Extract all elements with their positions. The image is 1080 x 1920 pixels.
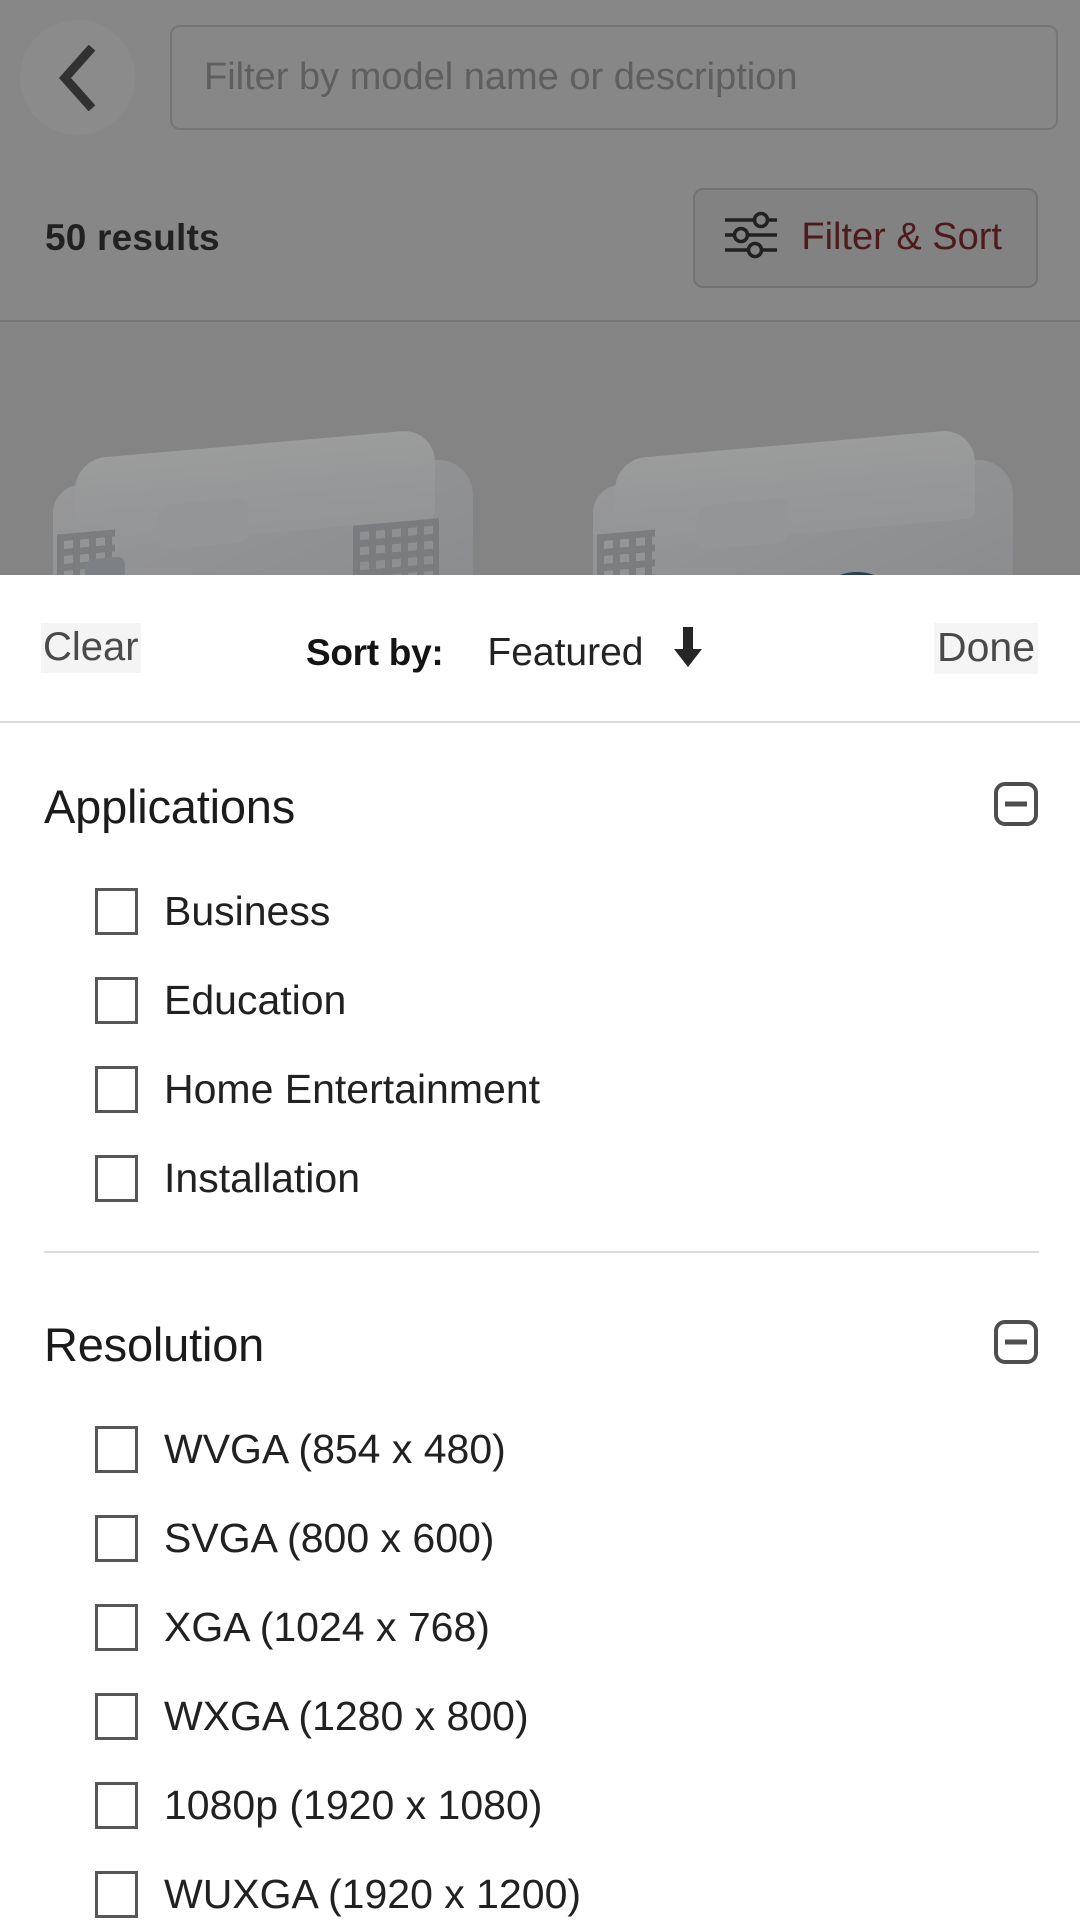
checkbox[interactable] xyxy=(95,1066,138,1113)
filter-option-label: WVGA (854 x 480) xyxy=(164,1426,506,1472)
filter-option-label: Home Entertainment xyxy=(164,1066,541,1112)
done-button[interactable]: Done xyxy=(933,622,1038,674)
filter-option-row[interactable]: WVGA (854 x 480) xyxy=(95,1405,1080,1494)
checkbox[interactable] xyxy=(95,1693,138,1740)
filter-option-row[interactable]: Installation xyxy=(95,1134,1080,1223)
filter-option-label: SVGA (800 x 600) xyxy=(164,1515,495,1561)
screen-root: 50 results Filter & Sort xyxy=(0,0,1080,1920)
facet-options: WVGA (854 x 480) SVGA (800 x 600) XGA (1… xyxy=(0,1405,1080,1920)
minus-square-icon[interactable] xyxy=(993,1319,1039,1370)
facet-header[interactable]: Applications xyxy=(0,745,1080,867)
sort-by-group[interactable]: Sort by: Featured xyxy=(306,621,708,675)
arrow-down-icon[interactable] xyxy=(668,625,708,674)
filter-option-label: XGA (1024 x 768) xyxy=(164,1604,490,1650)
sheet-toolbar: Clear Sort by: Featured Done xyxy=(0,575,1080,723)
facet-list: Applications Business Education Home Ent… xyxy=(0,723,1080,1920)
filter-option-label: Installation xyxy=(164,1155,361,1201)
filter-option-label: WXGA (1280 x 800) xyxy=(164,1693,529,1739)
filter-option-row[interactable]: Education xyxy=(95,956,1080,1045)
sort-by-value[interactable]: Featured xyxy=(487,631,643,675)
facet-resolution: Resolution WVGA (854 x 480) SVGA (800 x … xyxy=(0,1283,1080,1920)
checkbox[interactable] xyxy=(95,1604,138,1651)
filter-option-label: 1080p (1920 x 1080) xyxy=(164,1782,543,1828)
filter-option-row[interactable]: Business xyxy=(95,867,1080,956)
checkbox[interactable] xyxy=(95,1782,138,1829)
facet-title: Applications xyxy=(44,779,296,833)
filter-option-label: Business xyxy=(164,888,331,934)
checkbox[interactable] xyxy=(95,888,138,935)
filter-option-row[interactable]: WXGA (1280 x 800) xyxy=(95,1672,1080,1761)
facet-title: Resolution xyxy=(44,1317,265,1371)
facet-options: Business Education Home Entertainment In… xyxy=(0,867,1080,1223)
facet-header[interactable]: Resolution xyxy=(0,1283,1080,1405)
facet-applications: Applications Business Education Home Ent… xyxy=(0,723,1080,1223)
filter-option-row[interactable]: XGA (1024 x 768) xyxy=(95,1583,1080,1672)
filter-option-row[interactable]: 1080p (1920 x 1080) xyxy=(95,1761,1080,1850)
filter-option-label: Education xyxy=(164,977,347,1023)
checkbox[interactable] xyxy=(95,1515,138,1562)
clear-button[interactable]: Clear xyxy=(41,623,141,673)
minus-square-icon[interactable] xyxy=(993,781,1039,832)
filter-option-row[interactable]: Home Entertainment xyxy=(95,1045,1080,1134)
checkbox[interactable] xyxy=(95,977,138,1024)
checkbox[interactable] xyxy=(95,1871,138,1918)
filter-option-label: WUXGA (1920 x 1200) xyxy=(164,1871,582,1917)
checkbox[interactable] xyxy=(95,1155,138,1202)
filter-sort-sheet: Clear Sort by: Featured Done Application… xyxy=(0,575,1080,1920)
checkbox[interactable] xyxy=(95,1426,138,1473)
filter-option-row[interactable]: WUXGA (1920 x 1200) xyxy=(95,1850,1080,1920)
sort-by-label: Sort by: xyxy=(306,632,444,673)
facet-divider xyxy=(44,1251,1039,1253)
filter-option-row[interactable]: SVGA (800 x 600) xyxy=(95,1494,1080,1583)
